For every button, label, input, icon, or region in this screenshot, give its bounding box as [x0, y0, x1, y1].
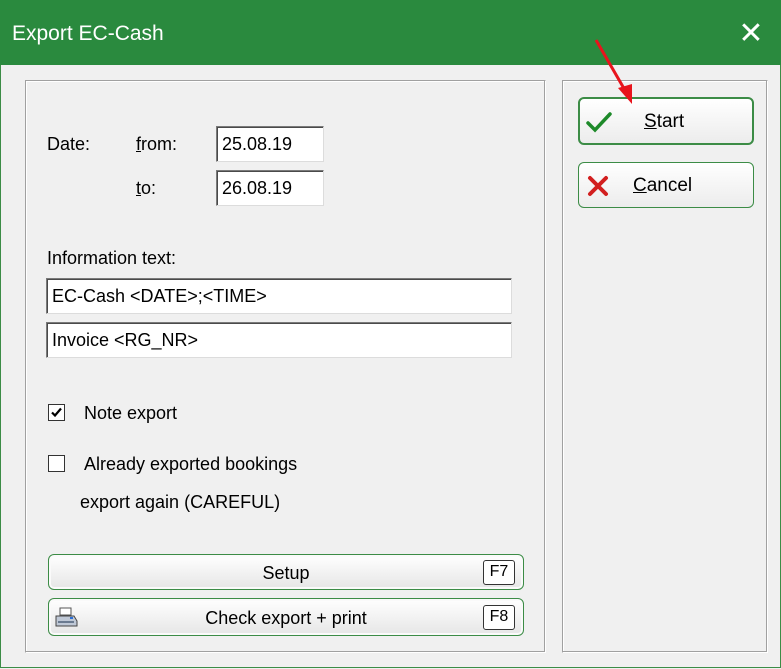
setup-button[interactable]: Setup F7 — [48, 554, 524, 590]
already-exported-label-line1: Already exported bookings — [84, 454, 298, 474]
check-export-shortcut-key: F8 — [483, 605, 515, 630]
title-bar: Export EC-Cash ✕ — [0, 0, 781, 65]
note-export-checkbox[interactable] — [48, 404, 65, 421]
information-text-label: Information text: — [47, 248, 177, 268]
close-button[interactable]: ✕ — [721, 12, 781, 56]
window-title: Export EC-Cash — [12, 22, 164, 45]
date-from-label: from: — [136, 134, 178, 154]
date-from-input[interactable]: 25.08.19 — [216, 126, 324, 162]
cancel-button-label: Cancel — [633, 175, 693, 196]
x-cross-icon — [588, 176, 608, 196]
date-to-input[interactable]: 26.08.19 — [216, 170, 324, 206]
setup-button-label: Setup — [262, 563, 310, 583]
start-button-label: Start — [644, 111, 685, 132]
setup-shortcut-key: F7 — [483, 560, 515, 585]
information-text-line1-input[interactable]: EC-Cash <DATE>;<TIME> — [46, 278, 512, 314]
checkmark-icon — [586, 112, 612, 133]
date-label: Date: — [47, 134, 91, 154]
check-export-print-button[interactable]: Check export + print F8 — [48, 598, 524, 636]
information-text-line2-input[interactable]: Invoice <RG_NR> — [46, 322, 512, 358]
already-exported-checkbox[interactable] — [48, 455, 65, 472]
note-export-label: Note export — [84, 403, 178, 423]
annotation-arrow-icon — [594, 39, 632, 104]
already-exported-label-line2: export again (CAREFUL) — [80, 492, 281, 512]
cancel-button[interactable]: Cancel — [578, 162, 754, 208]
checkmark-icon — [51, 407, 62, 418]
check-export-print-label: Check export + print — [205, 608, 367, 628]
close-icon: ✕ — [738, 17, 764, 50]
date-to-label: to: — [136, 178, 157, 198]
